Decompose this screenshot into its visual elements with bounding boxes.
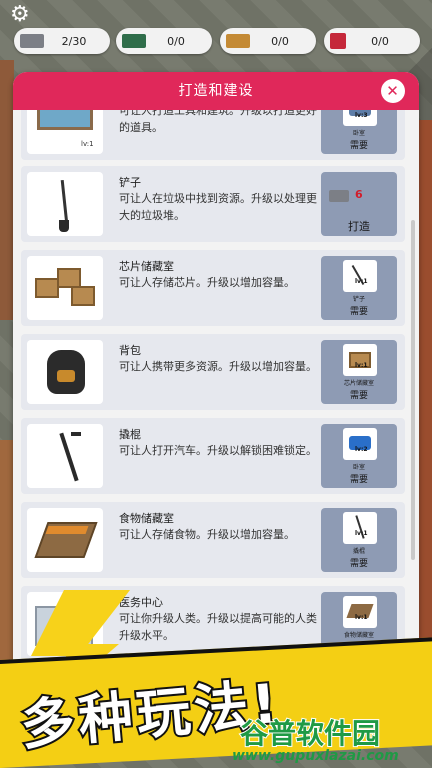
building-wall bbox=[0, 440, 14, 660]
workbench-icon bbox=[37, 110, 93, 130]
requirement-level: lv:2 bbox=[355, 446, 368, 453]
requirement-name: 铲子 bbox=[352, 296, 365, 303]
resource-value: 0/0 bbox=[167, 34, 185, 48]
requirement-panel: lv:2 卧室 需要 bbox=[321, 424, 397, 488]
bedroom-icon bbox=[343, 428, 377, 460]
item-description: 可让人在垃圾中找到资源。升级以处理更大的垃圾堆。 bbox=[119, 192, 317, 222]
requirement-name: 食物储藏室 bbox=[343, 632, 374, 639]
human-icon bbox=[330, 33, 346, 49]
item-description: 可让人打造工具和建筑。升级以打造更好的道具。 bbox=[119, 110, 317, 134]
craft-label: 打造 bbox=[348, 220, 370, 233]
chip-crate-icon bbox=[343, 344, 377, 376]
build-card-chip-storage: 芯片储藏室 可让人存储芯片。升级以增加容量。 lv:1 铲子 需要 bbox=[21, 250, 405, 326]
item-description: 可让人打开汽车。升级以解锁困难锁定。 bbox=[119, 444, 317, 457]
backpack-pocket bbox=[57, 370, 75, 382]
building-wall bbox=[0, 60, 14, 320]
requirement-level: lv:3 bbox=[355, 112, 368, 119]
gear-icon[interactable]: ⚙ bbox=[10, 4, 32, 26]
resource-value: 2/30 bbox=[61, 34, 87, 48]
item-thumbnail: lv:1 bbox=[27, 110, 103, 154]
chip-icon bbox=[122, 34, 146, 48]
item-name: 撬棍 bbox=[119, 428, 141, 441]
crowbar-icon bbox=[59, 432, 79, 482]
item-description: 可让人存储食物。升级以增加容量。 bbox=[119, 528, 295, 541]
chip-crate-icon bbox=[71, 286, 95, 306]
food-icon bbox=[226, 34, 250, 48]
build-card-backpack: 背包 可让人携带更多资源。升级以增加容量。 lv:1 芯片储藏室 需要 bbox=[21, 334, 405, 410]
requirement-name: 芯片储藏室 bbox=[343, 380, 374, 387]
dialog-header: 打造和建设 ✕ bbox=[13, 72, 419, 110]
requirement-panel: lv:1 芯片储藏室 需要 bbox=[321, 340, 397, 404]
chip-crate-icon bbox=[57, 268, 81, 288]
building-wall bbox=[418, 120, 432, 680]
craft-button[interactable]: 6 打造 bbox=[321, 172, 397, 236]
shovel-head bbox=[59, 220, 69, 232]
item-description: 可让人存储芯片。升级以增加容量。 bbox=[119, 276, 295, 289]
item-name: 食物储藏室 bbox=[119, 512, 174, 525]
watermark-name: 谷普软件园 bbox=[239, 716, 381, 751]
requirement-label: 需要 bbox=[349, 391, 368, 401]
scrap-metal-icon bbox=[20, 34, 44, 48]
food-goods bbox=[45, 526, 89, 534]
shovel-icon bbox=[343, 260, 377, 292]
shovel-icon bbox=[60, 179, 69, 225]
item-thumbnail bbox=[27, 340, 103, 404]
requirement-panel: lv:1 铲子 需要 bbox=[321, 256, 397, 320]
requirement-label: 需要 bbox=[349, 475, 368, 485]
scrap-metal-icon bbox=[329, 190, 349, 202]
item-name: 芯片储藏室 bbox=[119, 260, 174, 273]
requirement-name: 撬棍 bbox=[352, 548, 365, 555]
build-card-shovel: 铲子 可让人在垃圾中找到资源。升级以处理更大的垃圾堆。 6 打造 bbox=[21, 166, 405, 242]
crowbar-hook bbox=[71, 432, 81, 436]
resource-bar: ⚙ 2/30 0/0 0/0 0/0 bbox=[0, 0, 432, 60]
requirement-panel: lv:3 卧室 需要 bbox=[321, 110, 397, 154]
item-description: 可让人携带更多资源。升级以增加容量。 bbox=[119, 360, 317, 373]
requirement-name: 卧室 bbox=[352, 130, 365, 137]
list-scrollbar[interactable] bbox=[411, 220, 415, 560]
close-button[interactable]: ✕ bbox=[381, 79, 405, 103]
item-name: 铲子 bbox=[119, 176, 141, 189]
requirement-level: lv:1 bbox=[355, 530, 368, 537]
close-icon: ✕ bbox=[386, 82, 400, 100]
dialog-title: 打造和建设 bbox=[178, 83, 254, 99]
item-level: lv:1 bbox=[81, 140, 94, 148]
build-card-workbench: lv:1 可让人打造工具和建筑。升级以打造更好的道具。 lv:3 卧室 需要 bbox=[21, 110, 405, 160]
chip-crate-icon bbox=[35, 278, 59, 298]
requirement-label: 需要 bbox=[349, 559, 368, 569]
food-shelf-icon bbox=[343, 596, 377, 628]
craft-cost: 6 bbox=[355, 188, 363, 201]
resource-food: 0/0 bbox=[220, 28, 316, 54]
item-thumbnail bbox=[27, 256, 103, 320]
resource-value: 0/0 bbox=[371, 34, 389, 48]
requirement-name: 卧室 bbox=[352, 464, 365, 471]
resource-chip: 0/0 bbox=[116, 28, 212, 54]
item-thumbnail bbox=[27, 172, 103, 236]
resource-value: 0/0 bbox=[271, 34, 289, 48]
item-name: 医务中心 bbox=[119, 596, 163, 609]
resource-scrap: 2/30 bbox=[14, 28, 110, 54]
build-card-crowbar: 撬棍 可让人打开汽车。升级以解锁困难锁定。 lv:2 卧室 需要 bbox=[21, 418, 405, 494]
requirement-level: lv:1 bbox=[355, 278, 368, 285]
item-thumbnail bbox=[27, 424, 103, 488]
requirement-label: 需要 bbox=[349, 307, 368, 317]
item-name: 背包 bbox=[119, 344, 141, 357]
watermark-url: www.gupuxlazai.com bbox=[232, 748, 399, 764]
build-card-food-storage: 食物储藏室 可让人存储食物。升级以增加容量。 lv:1 撬棍 需要 bbox=[21, 502, 405, 578]
requirement-panel: lv:1 撬棍 需要 bbox=[321, 508, 397, 572]
requirement-label: 需要 bbox=[349, 141, 368, 151]
item-thumbnail bbox=[27, 508, 103, 572]
item-description: 可让你升级人类。升级以提高可能的人类升级水平。 bbox=[119, 612, 317, 642]
crowbar-icon bbox=[343, 512, 377, 544]
requirement-level: lv:1 bbox=[355, 362, 368, 369]
requirement-level: lv:1 bbox=[355, 614, 368, 621]
resource-human: 0/0 bbox=[324, 28, 420, 54]
